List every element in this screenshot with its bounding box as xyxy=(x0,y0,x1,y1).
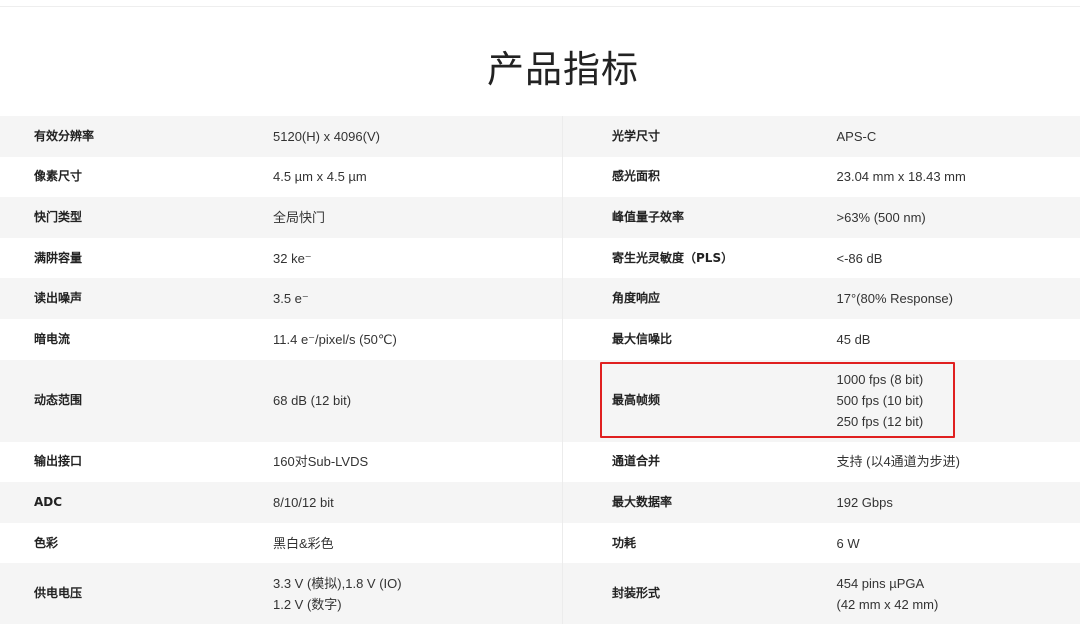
spec-label: 有效分辨率 xyxy=(34,128,95,143)
spec-value-line: 3.3 V (模拟),1.8 V (IO) xyxy=(273,575,402,591)
table-row: 有效分辨率 5120(H) x 4096(V) 光学尺寸 APS-C xyxy=(0,116,1080,157)
spec-label: 像素尺寸 xyxy=(34,169,83,184)
spec-label: 封装形式 xyxy=(562,563,837,625)
spec-value: 23.04 mm x 18.43 mm xyxy=(837,157,1080,198)
spec-value-line: 23.04 mm x 18.43 mm xyxy=(836,169,966,185)
spec-value-line: 160对Sub-LVDS xyxy=(273,454,369,470)
spec-label: 寄生光灵敏度（PLS） xyxy=(562,237,837,279)
spec-value: 11.4 e⁻/pixel/s (50℃) xyxy=(273,319,563,360)
spec-value-line: 11.4 e⁻/pixel/s (50℃) xyxy=(273,331,397,347)
spec-value: 4.5 µm x 4.5 µm xyxy=(273,157,563,198)
spec-value: 5120(H) x 4096(V) xyxy=(273,116,563,157)
spec-value: 3.5 e⁻ xyxy=(273,278,563,319)
spec-value-line: 4.5 µm x 4.5 µm xyxy=(273,169,367,185)
spec-value-line: 17°(80% Response) xyxy=(836,291,954,307)
table-row: 快门类型 全局快门 峰值量子效率 >63% (500 nm) xyxy=(0,197,1080,238)
spec-label: 暗电流 xyxy=(34,331,71,346)
table-row: 动态范围 68 dB (12 bit) 最高帧频 1000 fps (8 bit… xyxy=(0,359,1080,442)
spec-label: 色彩 xyxy=(34,535,59,550)
spec-value: 32 ke⁻ xyxy=(273,238,563,279)
top-divider xyxy=(0,6,1080,7)
spec-value-line: 250 fps (12 bit) xyxy=(836,414,924,430)
spec-label: 通道合并 xyxy=(562,441,837,483)
spec-value: 68 dB (12 bit) xyxy=(273,360,563,442)
spec-value-line: 3.5 e⁻ xyxy=(273,291,309,307)
spec-label: ADC xyxy=(34,494,63,509)
spec-value-line: 8/10/12 bit xyxy=(273,494,334,510)
spec-value: >63% (500 nm) xyxy=(837,197,1080,238)
spec-value: 黑白&彩色 xyxy=(273,523,563,564)
spec-label: 读出噪声 xyxy=(34,291,83,306)
spec-value: 192 Gbps xyxy=(837,482,1080,523)
spec-value: 3.3 V (模拟),1.8 V (IO) 1.2 V (数字) xyxy=(273,563,563,624)
spec-value: 17°(80% Response) xyxy=(837,278,1080,319)
spec-label: 动态范围 xyxy=(34,393,83,408)
spec-value-line: <-86 dB xyxy=(836,250,883,266)
spec-value-line: 500 fps (10 bit) xyxy=(836,393,924,409)
spec-table: 有效分辨率 5120(H) x 4096(V) 光学尺寸 APS-C 像素尺寸 … xyxy=(0,116,1080,625)
table-row: ADC 8/10/12 bit 最大数据率 192 Gbps xyxy=(0,482,1080,523)
spec-label: 最高帧频 xyxy=(562,359,837,442)
spec-table-body: 有效分辨率 5120(H) x 4096(V) 光学尺寸 APS-C 像素尺寸 … xyxy=(0,116,1080,625)
table-row: 读出噪声 3.5 e⁻ 角度响应 17°(80% Response) xyxy=(0,278,1080,319)
spec-value: 支持 (以4通道为步进) xyxy=(837,442,1080,483)
spec-value-line: (42 mm x 42 mm) xyxy=(836,596,939,612)
spec-value: 1000 fps (8 bit) 500 fps (10 bit) 250 fp… xyxy=(837,360,1080,442)
spec-value-line: 1000 fps (8 bit) xyxy=(836,372,924,388)
spec-value: 45 dB xyxy=(837,319,1080,360)
spec-value: <-86 dB xyxy=(837,238,1080,279)
spec-label: 峰值量子效率 xyxy=(562,197,837,238)
spec-value-line: 192 Gbps xyxy=(836,494,893,510)
spec-label: 满阱容量 xyxy=(34,250,83,265)
spec-value-line: 1.2 V (数字) xyxy=(273,596,342,612)
spec-value-line: 5120(H) x 4096(V) xyxy=(273,128,380,144)
spec-value-line: 支持 (以4通道为步进) xyxy=(836,454,961,470)
spec-value: 8/10/12 bit xyxy=(273,482,563,523)
spec-label: 功耗 xyxy=(562,522,837,564)
spec-label: 最大信噪比 xyxy=(562,318,837,360)
page-title: 产品指标 xyxy=(487,47,639,91)
table-row: 像素尺寸 4.5 µm x 4.5 µm 感光面积 23.04 mm x 18.… xyxy=(0,156,1080,198)
table-row: 输出接口 160对Sub-LVDS 通道合并 支持 (以4通道为步进) xyxy=(0,441,1080,483)
spec-value-line: 454 pins µPGA xyxy=(836,575,925,591)
spec-value-line: >63% (500 nm) xyxy=(836,209,926,225)
spec-value-line: 黑白&彩色 xyxy=(273,535,334,551)
spec-value-line: APS-C xyxy=(836,128,877,144)
spec-label: 输出接口 xyxy=(34,454,83,469)
table-row: 供电电压 3.3 V (模拟),1.8 V (IO) 1.2 V (数字) 封装… xyxy=(0,563,1080,625)
table-row: 暗电流 11.4 e⁻/pixel/s (50℃) 最大信噪比 45 dB xyxy=(0,318,1080,360)
spec-value: APS-C xyxy=(837,116,1080,157)
spec-value: 全局快门 xyxy=(273,197,563,238)
spec-value-line: 6 W xyxy=(836,535,860,551)
table-row: 满阱容量 32 ke⁻ 寄生光灵敏度（PLS） <-86 dB xyxy=(0,237,1080,279)
spec-label: 角度响应 xyxy=(562,278,837,319)
spec-value-line: 32 ke⁻ xyxy=(273,250,312,266)
spec-label: 供电电压 xyxy=(34,586,83,601)
spec-value-line: 45 dB xyxy=(836,331,871,347)
spec-value-line: 68 dB (12 bit) xyxy=(273,393,352,409)
spec-label: 最大数据率 xyxy=(562,482,837,523)
spec-value: 160对Sub-LVDS xyxy=(273,442,563,483)
spec-value-line: 全局快门 xyxy=(273,209,326,225)
spec-label: 感光面积 xyxy=(562,156,837,198)
spec-value: 6 W xyxy=(837,523,1080,564)
spec-value: 454 pins µPGA (42 mm x 42 mm) xyxy=(837,563,1080,624)
spec-label: 快门类型 xyxy=(34,209,83,224)
table-row: 色彩 黑白&彩色 功耗 6 W xyxy=(0,522,1080,564)
spec-label: 光学尺寸 xyxy=(562,116,837,157)
